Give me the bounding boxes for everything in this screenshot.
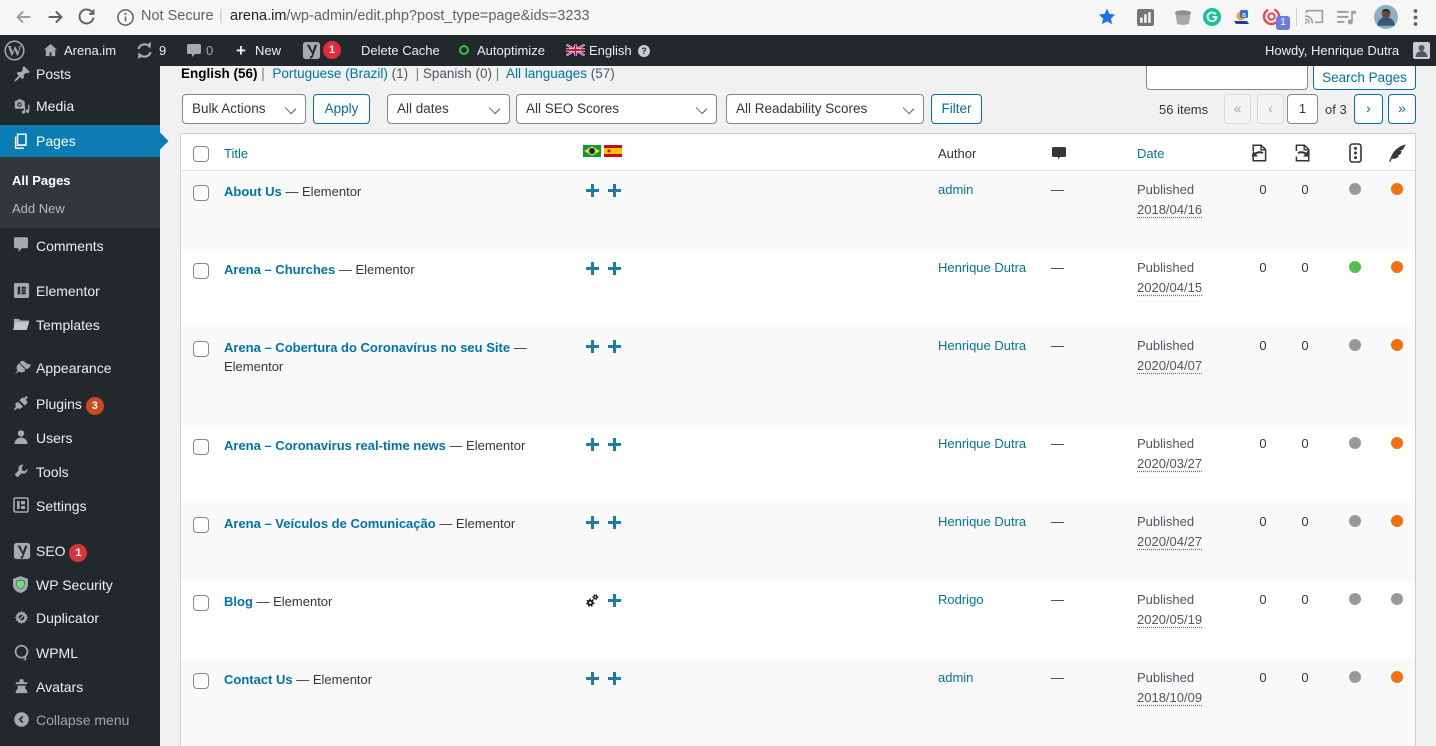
svg-text:W: W [7, 44, 22, 60]
